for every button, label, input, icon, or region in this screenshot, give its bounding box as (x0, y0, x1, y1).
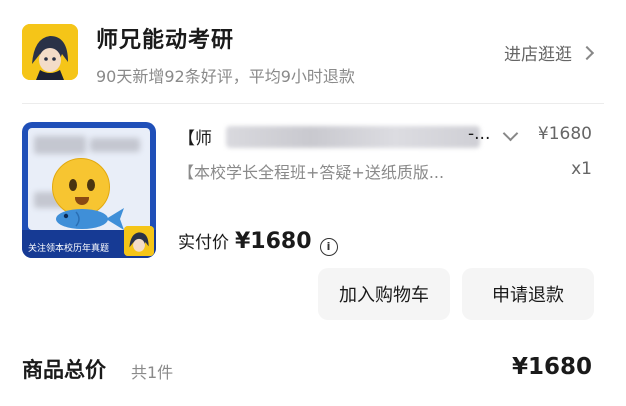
product-thumbnail[interactable]: 关注领本校历年真题 (22, 122, 156, 258)
enter-store-label: 进店逛逛 (504, 45, 572, 65)
unit-price: ¥1680 (537, 124, 592, 144)
order-total-row: 商品总价 共1件 ¥1680 (0, 340, 626, 400)
blurred-text (34, 136, 86, 154)
add-to-cart-button[interactable]: 加入购物车 (318, 268, 450, 320)
enter-store-link[interactable]: 进店逛逛 (504, 40, 595, 65)
request-refund-button[interactable]: 申请退款 (462, 268, 594, 320)
info-icon[interactable]: i (319, 238, 338, 256)
fish-icon (56, 208, 124, 230)
paid-amount: ¥1680 (235, 229, 312, 254)
shop-header: 师兄能动考研 90天新增92条好评，平均9小时退款 进店逛逛 (0, 0, 626, 100)
emoji-mouth (75, 197, 89, 205)
shop-avatar[interactable] (22, 24, 78, 80)
emoji-eye (69, 179, 77, 191)
blurred-text (90, 138, 140, 152)
total-label: 商品总价 (22, 358, 106, 382)
chevron-right-icon (579, 45, 595, 60)
emoji-eye (87, 179, 95, 191)
total-amount: ¥1680 (511, 354, 592, 380)
divider (22, 103, 604, 104)
product-title-end: -... (468, 124, 491, 144)
thumbnail-avatar (124, 226, 154, 256)
shop-name[interactable]: 师兄能动考研 (96, 22, 234, 54)
shop-stats: 90天新增92条好评，平均9小时退款 (96, 67, 355, 86)
chevron-down-icon[interactable] (502, 125, 519, 142)
paid-price-row: 实付价 ¥1680 i (178, 228, 338, 256)
product-sku: 【本校学长全程班+答疑+送纸质版... (178, 163, 445, 182)
anime-avatar-icon (22, 24, 78, 80)
anime-avatar-icon (124, 226, 154, 256)
quantity: x1 (571, 159, 592, 179)
thumbnail-banner-text: 关注领本校历年真题 (28, 244, 110, 254)
blurred-title (226, 126, 480, 148)
product-title-start: 【师 (178, 129, 212, 149)
total-count: 共1件 (131, 363, 174, 382)
paid-label: 实付价 (178, 233, 229, 253)
